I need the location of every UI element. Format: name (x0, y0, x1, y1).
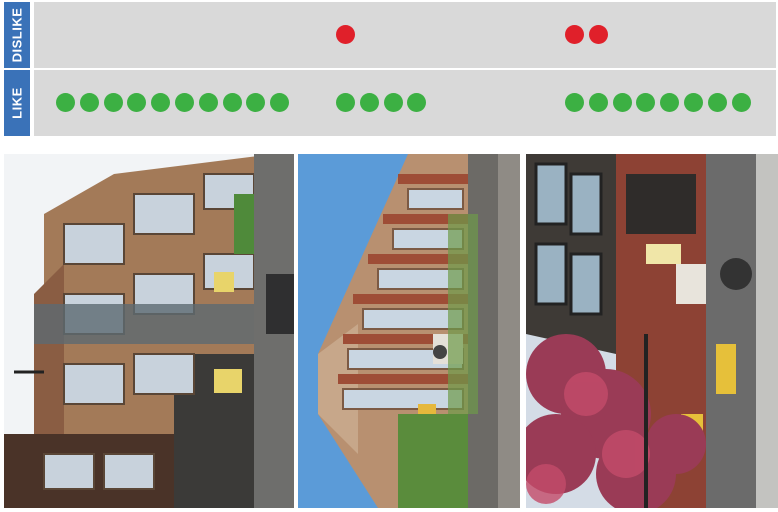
photo-1-illustration (4, 154, 294, 508)
like-row: LIKE (4, 70, 776, 136)
dislike-row-label: DISLIKE (4, 2, 30, 68)
like-vote-dot-photo-1 (127, 93, 147, 112)
like-vote-dot-photo-1 (151, 93, 171, 112)
like-vote-dot-photo-2 (336, 93, 355, 112)
dislike-dot-track (34, 2, 776, 68)
like-vote-dot-photo-1 (222, 93, 242, 112)
like-vote-dot-photo-3 (636, 93, 656, 112)
like-row-label: LIKE (4, 70, 30, 136)
like-vote-dot-photo-1 (56, 93, 75, 112)
like-dot-track (34, 70, 776, 136)
like-vote-dot-photo-3 (588, 93, 608, 112)
like-vote-dot-photo-3 (660, 93, 680, 112)
like-vote-dot-photo-3 (612, 93, 632, 112)
like-vote-dot-photo-3 (684, 93, 703, 112)
like-vote-dot-photo-1 (246, 93, 266, 112)
photo-3-illustration (526, 154, 778, 508)
photo-strip (0, 154, 778, 508)
dislike-vote-dot-photo-2 (336, 25, 355, 44)
like-vote-dot-photo-3 (707, 93, 727, 112)
like-vote-dot-photo-3 (565, 93, 584, 112)
like-vote-dot-photo-2 (359, 93, 379, 112)
dislike-vote-dot-photo-3 (588, 25, 608, 44)
photo-2-tall-mixed-use-building[interactable] (298, 154, 520, 508)
like-vote-dot-photo-1 (198, 93, 218, 112)
like-vote-dot-photo-2 (407, 93, 427, 112)
photo-2-illustration (298, 154, 520, 508)
like-vote-dot-photo-3 (731, 93, 751, 112)
like-label-text: LIKE (9, 87, 25, 119)
like-vote-dot-photo-1 (103, 93, 123, 112)
dislike-row: DISLIKE (4, 2, 776, 68)
like-vote-dot-photo-1 (175, 93, 194, 112)
like-vote-dot-photo-2 (383, 93, 403, 112)
dislike-label-text: DISLIKE (9, 7, 25, 63)
dislike-vote-dot-photo-3 (565, 25, 584, 44)
like-vote-dot-photo-1 (270, 93, 290, 112)
like-vote-dot-photo-1 (79, 93, 99, 112)
photo-3-street-view-storefronts[interactable] (526, 154, 778, 508)
preference-tally-panel: DISLIKE LIKE (4, 2, 776, 138)
photo-1-brick-corner-building[interactable] (4, 154, 294, 508)
